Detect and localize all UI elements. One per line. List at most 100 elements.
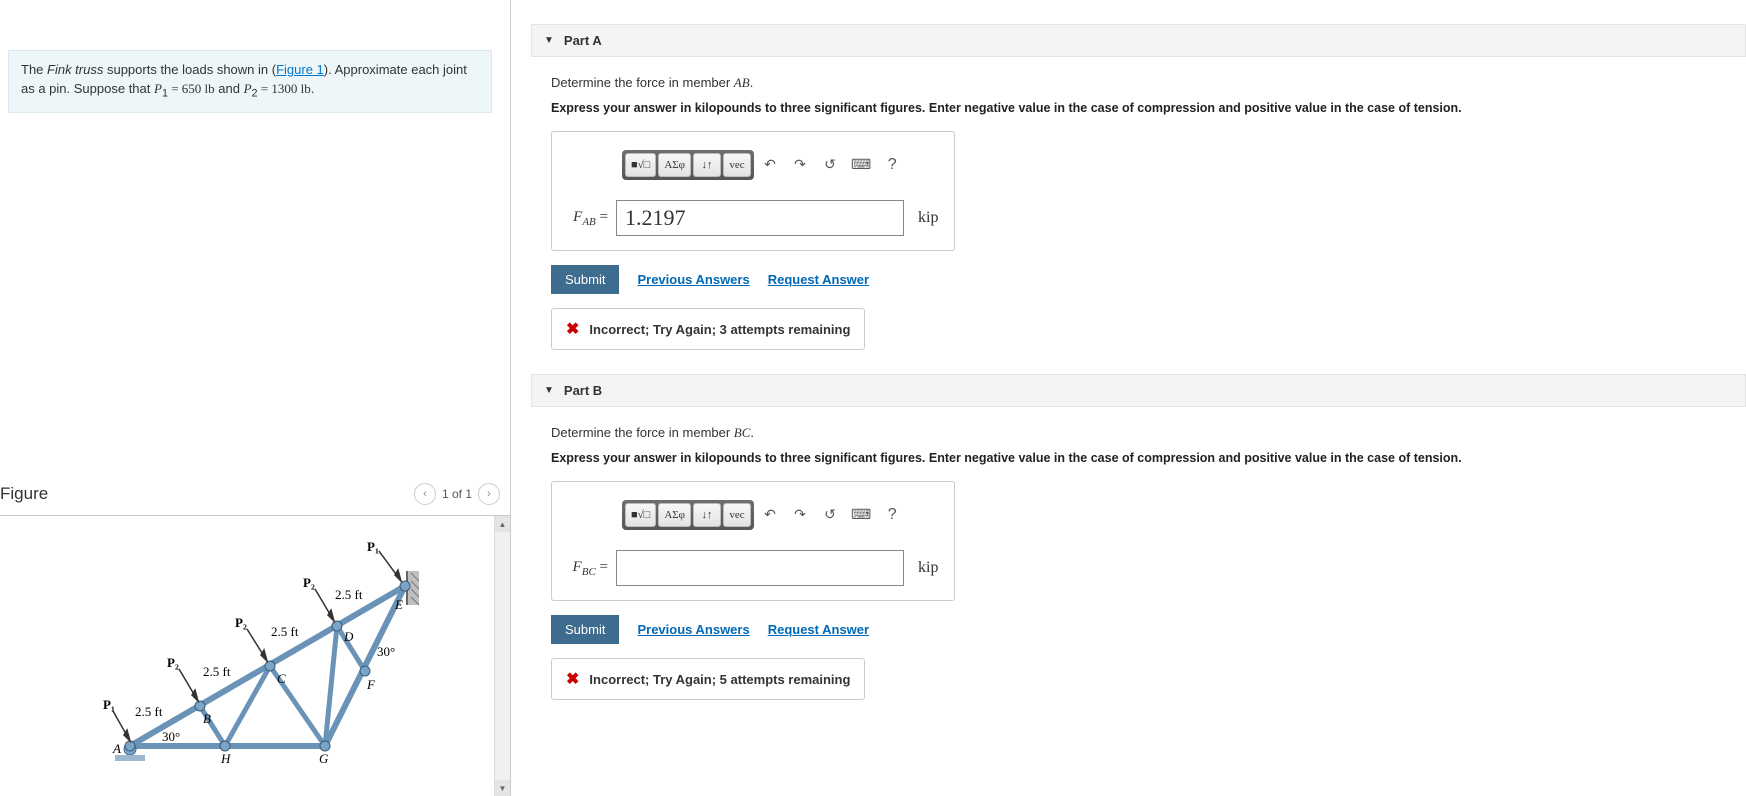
right-panel: ▼ Part A Determine the force in member A… (510, 0, 1746, 796)
reset-button[interactable]: ↺ (816, 153, 844, 177)
part-a-prompt: Determine the force in member AB. (551, 75, 1726, 91)
part-b-header[interactable]: ▼ Part B (531, 374, 1746, 407)
feedback-text: Incorrect; Try Again; 3 attempts remaini… (589, 322, 850, 337)
svg-text:F: F (366, 677, 376, 692)
figure-pager: ‹ 1 of 1 › (414, 483, 500, 505)
vector-button[interactable]: vec (723, 153, 751, 177)
redo-button[interactable]: ↷ (786, 503, 814, 527)
svg-text:B: B (203, 711, 211, 726)
figure-canvas: P₁ P₁ P₂ P₂ P₂ 2.5 ft 2.5 ft 2.5 ft 2.5 … (0, 516, 510, 796)
request-answer-link[interactable]: Request Answer (768, 272, 869, 287)
text: Determine the force in member (551, 75, 734, 90)
part-title: Part B (564, 383, 602, 398)
text: = 650 lb (168, 81, 215, 96)
text: supports the loads shown in ( (103, 62, 276, 77)
redo-button[interactable]: ↷ (786, 153, 814, 177)
variable-label: FBC = (568, 559, 608, 578)
figure-section: Figure ‹ 1 of 1 › (0, 477, 510, 796)
feedback-text: Incorrect; Try Again; 5 attempts remaini… (589, 672, 850, 687)
figure-prev-button[interactable]: ‹ (414, 483, 436, 505)
svg-text:2.5 ft: 2.5 ft (271, 624, 299, 639)
svg-text:G: G (319, 751, 329, 766)
text-italic: Fink truss (47, 62, 103, 77)
part-a-instructions: Express your answer in kilopounds to thr… (551, 101, 1726, 115)
templates-button[interactable]: ■√□ (625, 153, 656, 177)
var: P (154, 81, 162, 96)
text: . (750, 425, 754, 440)
unit-label: kip (912, 209, 938, 227)
scroll-down-icon[interactable]: ▼ (495, 780, 510, 796)
part-b: ▼ Part B Determine the force in member B… (551, 374, 1726, 700)
request-answer-link[interactable]: Request Answer (768, 622, 869, 637)
part-title: Part A (564, 33, 602, 48)
help-button[interactable]: ? (878, 153, 906, 177)
text: = 1300 lb (258, 81, 311, 96)
figure-page-indicator: 1 of 1 (442, 487, 472, 501)
text: and (215, 81, 244, 96)
answer-input[interactable] (616, 200, 904, 236)
undo-button[interactable]: ↶ (756, 153, 784, 177)
variable-label: FAB = (568, 209, 608, 228)
text: The (21, 62, 47, 77)
member-name: AB (734, 75, 750, 90)
var: P (244, 81, 252, 96)
templates-button[interactable]: ■√□ (625, 503, 656, 527)
part-a-answer-card: ■√□ ΑΣφ ↓↑ vec ↶ ↷ ↺ ⌨ ? FAB = kip (551, 131, 955, 251)
greek-button[interactable]: ΑΣφ (658, 503, 691, 527)
member-name: BC (734, 425, 751, 440)
svg-text:2.5 ft: 2.5 ft (203, 664, 231, 679)
part-b-answer-card: ■√□ ΑΣφ ↓↑ vec ↶ ↷ ↺ ⌨ ? FBC = kip (551, 481, 955, 601)
svg-text:P₁: P₁ (103, 697, 115, 712)
svg-text:30°: 30° (377, 644, 395, 659)
figure-link[interactable]: Figure 1 (276, 62, 324, 77)
keyboard-button[interactable]: ⌨ (846, 503, 876, 527)
problem-statement: The Fink truss supports the loads shown … (8, 50, 492, 113)
figure-next-button[interactable]: › (478, 483, 500, 505)
svg-text:30°: 30° (162, 729, 180, 744)
truss-diagram: P₁ P₁ P₂ P₂ P₂ 2.5 ft 2.5 ft 2.5 ft 2.5 … (75, 541, 435, 771)
answer-input[interactable] (616, 550, 904, 586)
vector-button[interactable]: vec (723, 503, 751, 527)
unit-label: kip (912, 559, 938, 577)
figure-scrollbar[interactable]: ▲ ▼ (494, 516, 510, 796)
scroll-up-icon[interactable]: ▲ (495, 516, 510, 532)
svg-text:H: H (220, 751, 231, 766)
part-b-instructions: Express your answer in kilopounds to thr… (551, 451, 1726, 465)
svg-text:E: E (394, 597, 403, 612)
equation-toolbar: ■√□ ΑΣφ ↓↑ vec ↶ ↷ ↺ ⌨ ? (618, 496, 910, 534)
svg-text:P₂: P₂ (303, 575, 315, 590)
previous-answers-link[interactable]: Previous Answers (637, 272, 749, 287)
keyboard-button[interactable]: ⌨ (846, 153, 876, 177)
part-a: ▼ Part A Determine the force in member A… (551, 24, 1726, 350)
previous-answers-link[interactable]: Previous Answers (637, 622, 749, 637)
help-button[interactable]: ? (878, 503, 906, 527)
submit-button[interactable]: Submit (551, 265, 619, 294)
svg-text:D: D (343, 629, 354, 644)
svg-text:P₂: P₂ (235, 615, 247, 630)
svg-text:2.5 ft: 2.5 ft (335, 587, 363, 602)
incorrect-icon: ✖ (566, 669, 579, 689)
text: . (311, 81, 315, 96)
svg-text:P₂: P₂ (167, 655, 179, 670)
part-a-header[interactable]: ▼ Part A (531, 24, 1746, 57)
subscript-button[interactable]: ↓↑ (693, 153, 721, 177)
equation-toolbar: ■√□ ΑΣφ ↓↑ vec ↶ ↷ ↺ ⌨ ? (618, 146, 910, 184)
svg-text:A: A (112, 741, 121, 756)
part-b-feedback: ✖ Incorrect; Try Again; 5 attempts remai… (551, 658, 865, 700)
part-b-prompt: Determine the force in member BC. (551, 425, 1726, 441)
part-a-feedback: ✖ Incorrect; Try Again; 3 attempts remai… (551, 308, 865, 350)
subscript-button[interactable]: ↓↑ (693, 503, 721, 527)
undo-button[interactable]: ↶ (756, 503, 784, 527)
svg-text:2.5 ft: 2.5 ft (135, 704, 163, 719)
text: . (750, 75, 754, 90)
submit-button[interactable]: Submit (551, 615, 619, 644)
svg-text:P₁: P₁ (367, 541, 379, 554)
collapse-icon: ▼ (544, 385, 554, 396)
part-a-actions: Submit Previous Answers Request Answer (551, 265, 1726, 294)
greek-button[interactable]: ΑΣφ (658, 153, 691, 177)
reset-button[interactable]: ↺ (816, 503, 844, 527)
figure-title: Figure (0, 484, 48, 504)
left-panel: The Fink truss supports the loads shown … (0, 0, 510, 796)
part-b-actions: Submit Previous Answers Request Answer (551, 615, 1726, 644)
svg-text:C: C (277, 671, 286, 686)
